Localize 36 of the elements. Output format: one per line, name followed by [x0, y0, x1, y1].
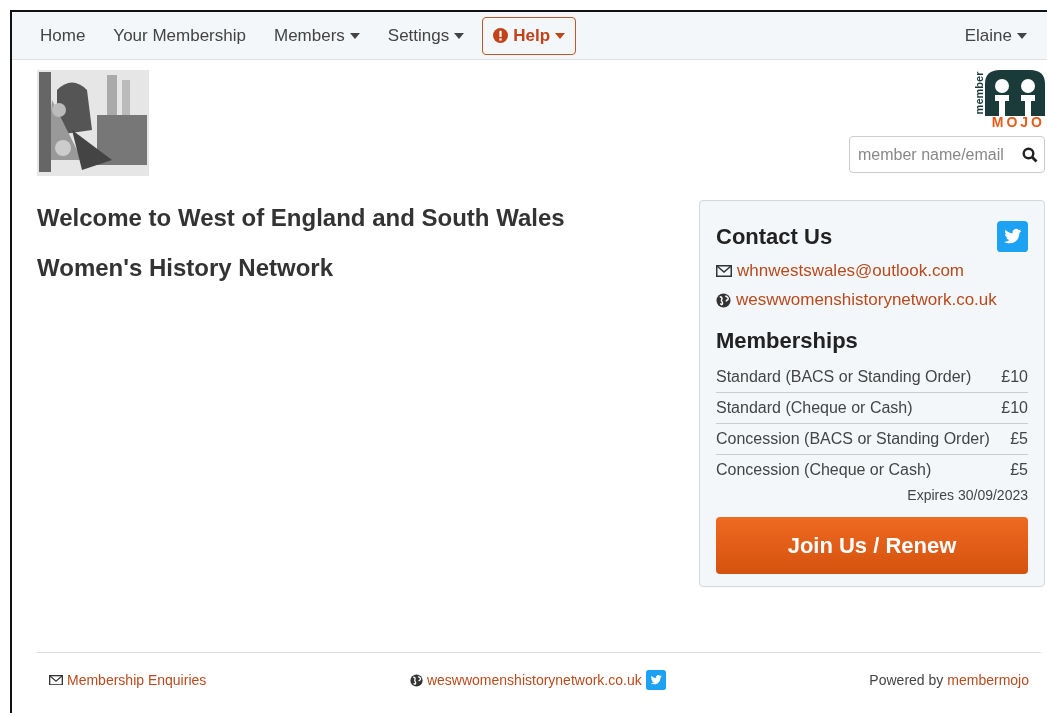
panel-heading: Contact Us: [716, 223, 833, 250]
website-link[interactable]: weswwomenshistorynetwork.co.uk: [736, 290, 997, 310]
welcome-heading: Women's History Network: [37, 253, 334, 283]
envelope-icon: [49, 674, 63, 686]
search-field[interactable]: member name/email: [849, 136, 1045, 173]
website-link[interactable]: weswwomenshistorynetwork.co.uk: [426, 672, 642, 688]
nav-link[interactable]: Your Membership: [99, 15, 260, 56]
membership-name: Standard (BACS or Standing Order): [716, 368, 972, 386]
membermojo-link[interactable]: membermojo: [947, 672, 1029, 688]
powered-by-text: Powered by: [869, 672, 944, 688]
logo-figures-icon: [985, 70, 1045, 116]
user-menu[interactable]: Elaine: [950, 15, 1041, 56]
enquiries-link[interactable]: Membership Enquiries: [67, 672, 207, 688]
nav-link[interactable]: Members: [259, 15, 374, 56]
search-icon[interactable]: [1022, 147, 1038, 163]
panel-heading: Memberships: [716, 328, 859, 354]
membership-name: Concession (BACS or Standing Order): [716, 430, 990, 448]
membership-price: £5: [1010, 461, 1028, 479]
email-link[interactable]: whnwestswales@outlook.com: [737, 261, 965, 281]
logo: member MOJO: [972, 70, 1045, 128]
expiry-date: Expires 30/09/2023: [907, 487, 1028, 503]
exclamation-icon: [493, 28, 509, 43]
membership-price: £5: [1010, 430, 1028, 448]
twitter-bird-icon[interactable]: [645, 670, 666, 690]
membership-name: Standard (Cheque or Cash): [716, 399, 913, 417]
nav-link[interactable]: Home: [26, 15, 100, 56]
twitter-bird-icon[interactable]: [997, 221, 1028, 252]
membership-price: £10: [1001, 368, 1028, 386]
nav-link[interactable]: Settings: [373, 15, 479, 56]
envelope-icon: [716, 265, 732, 277]
globe-icon: [716, 292, 731, 308]
welcome-heading: Welcome to West of England and South Wales: [37, 203, 565, 233]
join-button[interactable]: Join Us / Renew: [716, 517, 1028, 574]
globe-icon: [409, 673, 423, 687]
membership-price: £10: [1001, 399, 1028, 417]
membership-name: Concession (Cheque or Cash): [716, 461, 932, 479]
